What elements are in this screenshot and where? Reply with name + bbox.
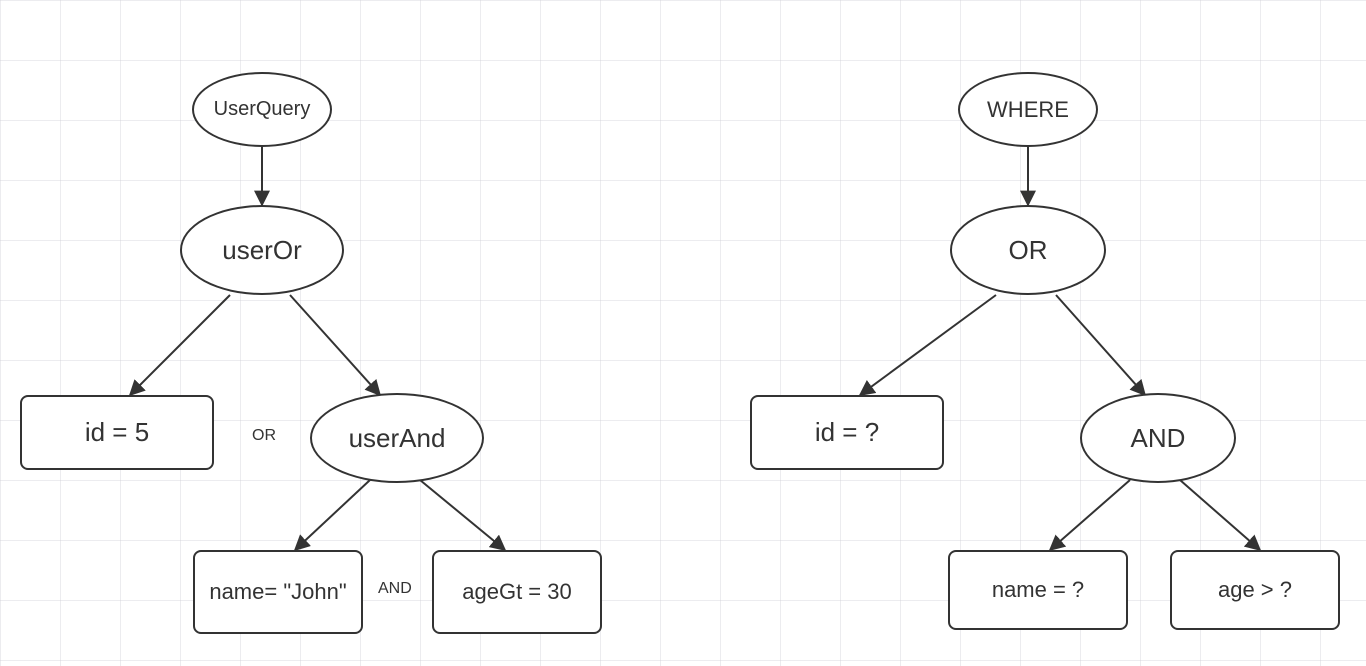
right-or-node: OR <box>950 205 1106 295</box>
right-and-node: AND <box>1080 393 1236 483</box>
left-id-label: id = 5 <box>85 416 149 449</box>
right-where-label: WHERE <box>987 96 1069 124</box>
right-where-node: WHERE <box>958 72 1098 147</box>
left-name-label: name= "John" <box>209 578 346 606</box>
left-user-query-node: UserQuery <box>192 72 332 147</box>
right-or-label: OR <box>1009 234 1048 267</box>
left-user-and-label: userAnd <box>349 422 446 455</box>
left-user-or-node: userOr <box>180 205 344 295</box>
right-id-label: id = ? <box>815 416 879 449</box>
left-and-connector: AND <box>378 580 412 598</box>
left-age-node: ageGt = 30 <box>432 550 602 634</box>
left-user-query-label: UserQuery <box>214 97 311 122</box>
left-id-node: id = 5 <box>20 395 214 470</box>
right-name-label: name = ? <box>992 576 1084 604</box>
left-or-connector: OR <box>252 427 276 445</box>
left-name-node: name= "John" <box>193 550 363 634</box>
right-id-node: id = ? <box>750 395 944 470</box>
left-user-and-node: userAnd <box>310 393 484 483</box>
left-age-label: ageGt = 30 <box>462 578 571 606</box>
diagram-canvas: UserQuery userOr id = 5 OR userAnd name=… <box>0 0 1366 666</box>
right-age-node: age > ? <box>1170 550 1340 630</box>
right-age-label: age > ? <box>1218 576 1292 604</box>
left-user-or-label: userOr <box>222 234 301 267</box>
right-name-node: name = ? <box>948 550 1128 630</box>
right-and-label: AND <box>1131 422 1186 455</box>
